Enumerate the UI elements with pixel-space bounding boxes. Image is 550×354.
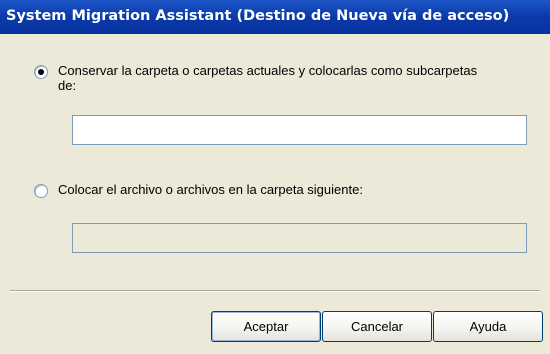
- title-bar[interactable]: System Migration Assistant (Destino de N…: [0, 0, 550, 34]
- place-files-option[interactable]: Colocar el archivo o archivos en la carp…: [34, 182, 478, 198]
- keep-folders-path-input[interactable]: [73, 116, 526, 144]
- place-files-path-input: [73, 224, 526, 252]
- keep-folders-path-field[interactable]: [72, 115, 527, 145]
- accept-button[interactable]: Aceptar: [211, 311, 321, 342]
- window-title: System Migration Assistant (Destino de N…: [6, 8, 510, 24]
- keep-folders-label[interactable]: Conservar la carpeta o carpetas actuales…: [58, 63, 478, 93]
- place-files-path-field: [72, 223, 527, 253]
- place-files-label[interactable]: Colocar el archivo o archivos en la carp…: [58, 182, 478, 197]
- help-button[interactable]: Ayuda: [433, 311, 543, 342]
- keep-folders-option[interactable]: Conservar la carpeta o carpetas actuales…: [34, 63, 478, 93]
- separator: [10, 290, 540, 292]
- keep-folders-radio[interactable]: [34, 65, 48, 79]
- migration-destination-dialog: System Migration Assistant (Destino de N…: [0, 0, 550, 354]
- cancel-button[interactable]: Cancelar: [322, 311, 432, 342]
- place-files-radio[interactable]: [34, 184, 48, 198]
